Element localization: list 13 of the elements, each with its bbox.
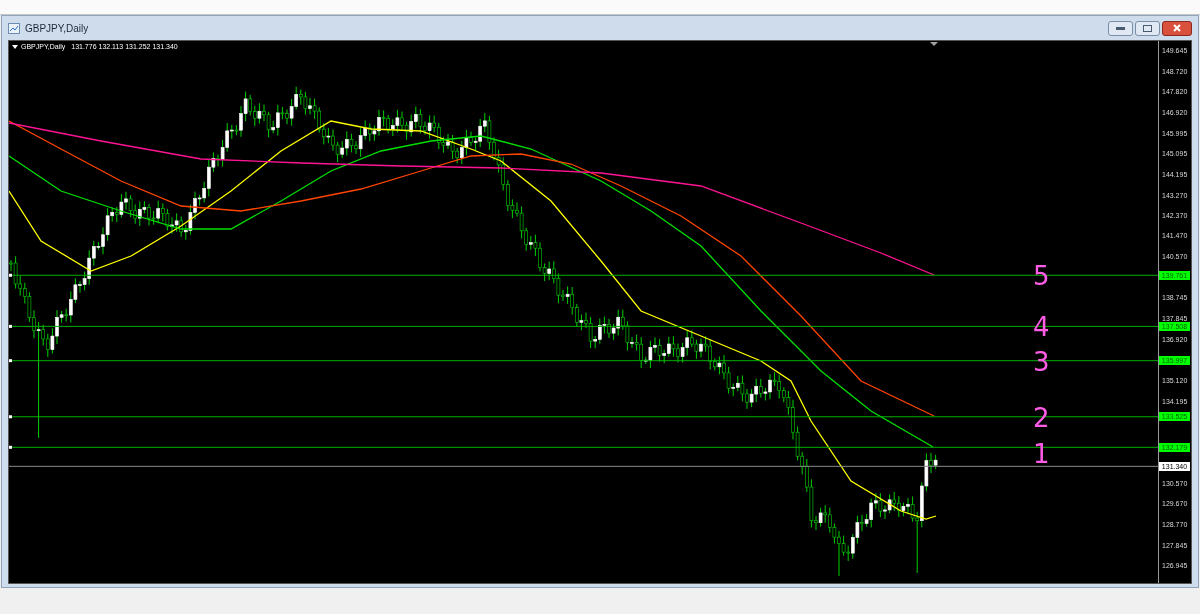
minimize-button[interactable] — [1108, 20, 1133, 36]
close-icon — [1173, 24, 1181, 32]
level-number-annotation: 1 — [1033, 441, 1050, 468]
restore-icon — [1143, 24, 1152, 32]
dropdown-triangle-icon[interactable] — [12, 44, 18, 49]
close-button[interactable] — [1162, 20, 1192, 36]
chart-shift-icon — [930, 42, 938, 46]
window-title: GBPJPY,Daily — [25, 21, 89, 36]
level-number-annotation: 2 — [1033, 404, 1050, 431]
level-number-annotation: 5 — [1033, 263, 1050, 290]
minimize-icon — [1116, 26, 1125, 30]
chart-window-icon — [8, 22, 20, 34]
maximize-button[interactable] — [1135, 20, 1160, 36]
